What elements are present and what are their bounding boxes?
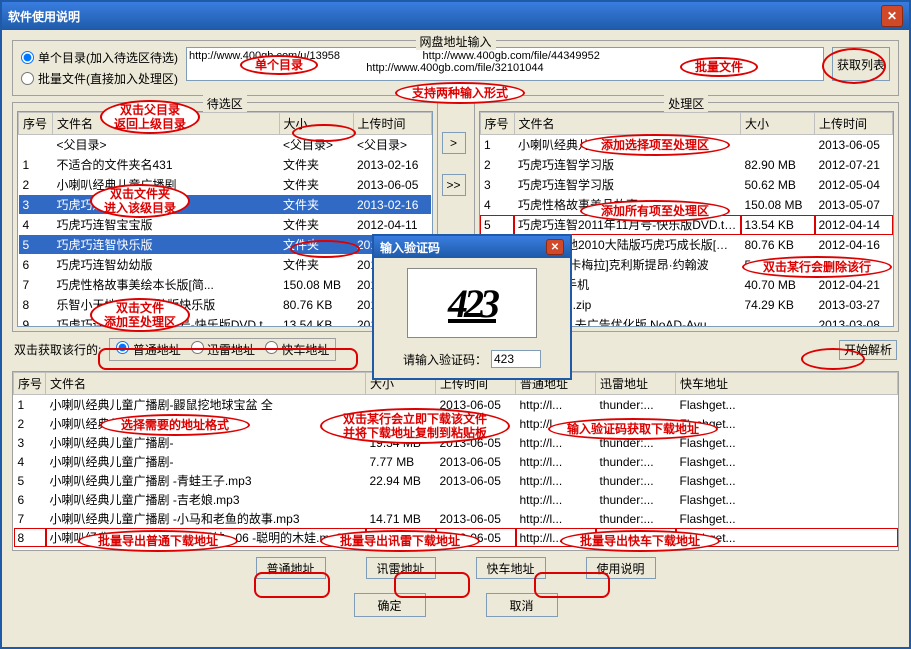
col-idx[interactable]: 序号 — [480, 113, 514, 135]
table-row[interactable]: 4小喇叭经典儿童广播剧-7.77 MB2013-06-05http://l...… — [14, 452, 898, 471]
table-row[interactable]: 2巧虎巧连智学习版82.90 MB2012-07-21 — [480, 155, 893, 175]
parse-button[interactable]: 开始解析 — [839, 340, 897, 360]
url-legend: 网盘地址输入 — [415, 33, 495, 50]
captcha-input[interactable] — [491, 350, 541, 368]
url-textarea[interactable]: http://www.400gb.com/u/13958 http://www.… — [186, 47, 824, 81]
export-flash-button[interactable]: 快车地址 — [476, 557, 546, 579]
radio-single-dir[interactable]: 单个目录(加入待选区待选) — [21, 49, 178, 66]
table-row[interactable]: 9巧虎巧连智2011年11月号-快乐版DVD.to...13.54 KB2012… — [19, 315, 432, 328]
result-list[interactable]: 序号 文件名 大小 上传时间 普通地址 迅雷地址 快车地址 1小喇叭经典儿童广播… — [12, 371, 899, 551]
table-row[interactable]: 1小喇叭经典儿童广播剧-鼹鼠挖地球宝盆 全2013-06-05http://l.… — [14, 395, 898, 415]
opt-normal[interactable]: 普通地址 — [116, 341, 180, 358]
window-title: 软件使用说明 — [8, 8, 881, 25]
captcha-dialog: 输入验证码 ✕ 423 请输入验证码： — [372, 234, 572, 380]
captcha-image: 423 — [407, 268, 537, 338]
table-row[interactable]: 2小喇叭经典儿童广播剧文件夹2013-06-05 — [19, 175, 432, 195]
col-size[interactable]: 大小 — [741, 113, 815, 135]
table-row[interactable]: 5巧虎巧连智2011年11月号-快乐版DVD.to...13.54 KB2012… — [480, 215, 893, 235]
move-one-button[interactable]: > — [442, 132, 466, 154]
table-row[interactable]: 8乐智小天地2010大陆版快乐版80.76 KB2013-02-16 — [19, 295, 432, 315]
addr-type-options: 普通地址 迅雷地址 快车地址 — [109, 338, 336, 361]
col-name[interactable]: 文件名 — [53, 113, 280, 135]
export-normal-button[interactable]: 普通地址 — [256, 557, 326, 579]
table-row[interactable]: 5巧虎巧连智快乐版文件夹2013-02-16 — [19, 235, 432, 255]
opt-thunder[interactable]: 迅雷地址 — [191, 341, 255, 358]
table-row[interactable]: 8小喇叭经典儿童广播剧 -果园姐妹 - 06 -聪明的木娃.mp317.39 M… — [14, 528, 898, 547]
table-row[interactable]: 1小喇叭经典儿童广播剧2013-06-05 — [480, 135, 893, 155]
table-row[interactable]: 6巧虎巧连智幼幼版文件夹2012-04-11 — [19, 255, 432, 275]
col-time[interactable]: 上传时间 — [353, 113, 431, 135]
col-size[interactable]: 大小 — [279, 113, 353, 135]
table-row[interactable]: 2小喇叭经典儿童广播剧-17.91 MB2013-06-05http://l..… — [14, 414, 898, 433]
col-name[interactable]: 文件名 — [514, 113, 741, 135]
table-row[interactable]: 5小喇叭经典儿童广播剧 -青蛙王子.mp322.94 MB2013-06-05h… — [14, 471, 898, 490]
addr-type-label: 双击获取该行的: — [14, 341, 101, 358]
table-row[interactable]: 6小喇叭经典儿童广播剧 -吉老娘.mp3http://l...thunder:.… — [14, 490, 898, 509]
url-input-group: 网盘地址输入 单个目录(加入待选区待选) 批量文件(直接加入处理区) http:… — [12, 40, 899, 96]
table-row[interactable]: 7小喇叭经典儿童广播剧 -小马和老鱼的故事.mp314.71 MB2013-06… — [14, 509, 898, 528]
table-row[interactable]: 3小喇叭经典儿童广播剧-19.34 MB2013-06-05http://l..… — [14, 433, 898, 452]
table-row[interactable]: <父目录><父目录><父目录> — [19, 135, 432, 155]
captcha-title: 输入验证码 — [380, 239, 546, 256]
process-legend: 处理区 — [664, 95, 708, 112]
opt-flash[interactable]: 快车地址 — [265, 341, 329, 358]
table-row[interactable]: 4巧虎巧连智宝宝版文件夹2012-04-11 — [19, 215, 432, 235]
cancel-button[interactable]: 取消 — [486, 593, 558, 617]
table-row[interactable]: 3巧虎巧连智学习版文件夹2013-02-16 — [19, 195, 432, 215]
pending-legend: 待选区 — [203, 95, 247, 112]
titlebar: 软件使用说明 ✕ — [2, 2, 909, 30]
col-time[interactable]: 上传时间 — [815, 113, 893, 135]
radio-batch-files[interactable]: 批量文件(直接加入处理区) — [21, 70, 178, 87]
close-button[interactable]: ✕ — [881, 5, 903, 27]
move-all-button[interactable]: >> — [442, 174, 466, 196]
table-row[interactable]: 7巧虎性格故事美绘本长版[简...150.08 MB2013-05-07 — [19, 275, 432, 295]
help-button[interactable]: 使用说明 — [586, 557, 656, 579]
export-thunder-button[interactable]: 讯雷地址 — [366, 557, 436, 579]
pending-list[interactable]: 序号 文件名 大小 上传时间 <父目录><父目录><父目录>1不适合的文件夹名4… — [17, 111, 433, 327]
ok-button[interactable]: 确定 — [354, 593, 426, 617]
captcha-label: 请输入验证码： — [403, 351, 487, 368]
get-list-button[interactable]: 获取列表 — [832, 47, 890, 81]
col-idx[interactable]: 序号 — [19, 113, 53, 135]
captcha-close-button[interactable]: ✕ — [546, 239, 564, 255]
table-row[interactable]: 1不适合的文件夹名431文件夹2013-02-16 — [19, 155, 432, 175]
table-row[interactable]: 3巧虎巧连智学习版50.62 MB2012-05-04 — [480, 175, 893, 195]
table-row[interactable]: 4巧虎性格故事美品故事].rmvb150.08 MB2013-05-07 — [480, 195, 893, 215]
